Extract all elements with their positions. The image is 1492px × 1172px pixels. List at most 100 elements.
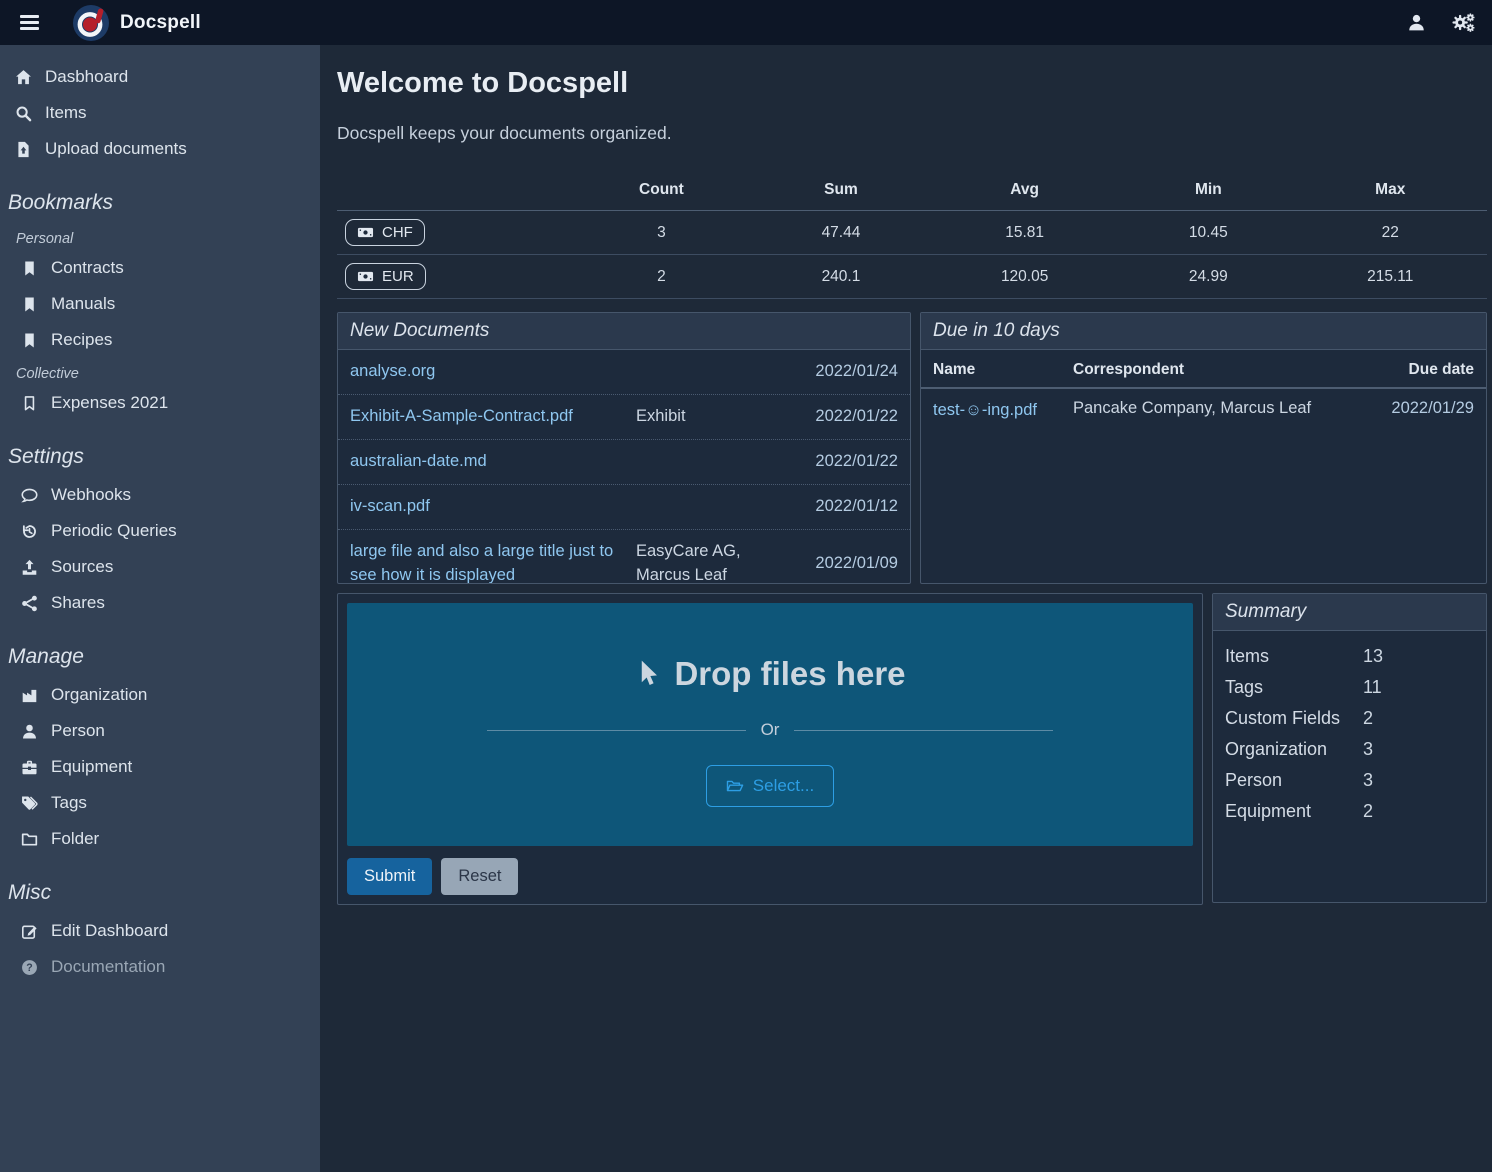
summary-row: Custom Fields 2 — [1213, 703, 1486, 734]
sidebar-item-dashboard[interactable]: Dasbhoard — [0, 59, 320, 95]
sidebar-item-shares[interactable]: Shares — [0, 585, 320, 621]
submit-button[interactable]: Submit — [347, 858, 432, 895]
sidebar-item-bookmark-contracts[interactable]: Contracts — [0, 250, 320, 286]
reset-button[interactable]: Reset — [441, 858, 518, 895]
stats-header-count: Count — [567, 170, 756, 211]
sidebar-item-edit-dashboard[interactable]: Edit Dashboard — [0, 913, 320, 949]
upload-actions: Submit Reset — [347, 858, 1193, 895]
mouse-pointer-icon — [634, 659, 661, 690]
bookmarks-heading: Bookmarks — [0, 167, 320, 223]
due-header-date: Due date — [1361, 352, 1486, 388]
document-row: large file and also a large title just t… — [338, 529, 910, 584]
docspell-logo-icon — [73, 5, 109, 41]
document-link[interactable]: large file and also a large title just t… — [350, 540, 628, 584]
stats-table: Count Sum Avg Min Max CHF — [337, 170, 1487, 299]
sidebar-item-bookmark-recipes[interactable]: Recipes — [0, 322, 320, 358]
stats-value: 24.99 — [1123, 255, 1293, 299]
sidebar-item-webhooks[interactable]: Webhooks — [0, 477, 320, 513]
home-icon — [14, 68, 32, 86]
summary-row: Organization 3 — [1213, 734, 1486, 765]
bookmark-icon — [20, 331, 38, 349]
top-navbar: Docspell — [0, 0, 1492, 45]
summary-row: Equipment 2 — [1213, 796, 1486, 827]
document-link[interactable]: australian-date.md — [350, 450, 628, 474]
document-link[interactable]: Exhibit-A-Sample-Contract.pdf — [350, 405, 628, 429]
person-icon — [20, 722, 38, 740]
document-row: analyse.org 2022/01/24 — [338, 350, 910, 394]
bookmark-outline-icon — [20, 394, 38, 412]
stats-value: 15.81 — [926, 211, 1123, 255]
new-documents-panel: New Documents analyse.org 2022/01/24 Exh… — [337, 312, 911, 584]
question-icon — [20, 958, 38, 976]
stats-header-min: Min — [1123, 170, 1293, 211]
sidebar: Dasbhoard Items Upload documents Bookmar… — [0, 45, 320, 1172]
edit-icon — [20, 922, 38, 940]
history-icon — [20, 522, 38, 540]
summary-row: Tags 11 — [1213, 672, 1486, 703]
due-table: Name Correspondent Due date test-☺-ing.p… — [921, 352, 1486, 433]
money-bill-icon — [357, 268, 374, 285]
bookmarks-group-personal: Personal — [0, 223, 320, 250]
document-link[interactable]: iv-scan.pdf — [350, 495, 628, 519]
due-header-name: Name — [921, 352, 1061, 388]
stats-value: 3 — [567, 211, 756, 255]
main-content: Welcome to Docspell Docspell keeps your … — [320, 45, 1492, 1172]
summary-panel: Summary Items 13 Tags 11 Custom Fields 2 — [1212, 593, 1487, 903]
document-link[interactable]: test-☺-ing.pdf — [933, 401, 1037, 419]
sidebar-item-tags[interactable]: Tags — [0, 785, 320, 821]
sidebar-item-person[interactable]: Person — [0, 713, 320, 749]
brand-link[interactable]: Docspell — [73, 5, 201, 41]
sidebar-item-upload-documents[interactable]: Upload documents — [0, 131, 320, 167]
summary-title: Summary — [1213, 594, 1486, 631]
sidebar-item-organization[interactable]: Organization — [0, 677, 320, 713]
page-subtitle: Docspell keeps your documents organized. — [337, 123, 1486, 144]
stats-value: 2 — [567, 255, 756, 299]
document-link[interactable]: analyse.org — [350, 360, 628, 384]
bookmark-icon — [20, 295, 38, 313]
stats-row-chf: CHF 3 47.44 15.81 10.45 22 — [337, 211, 1487, 255]
document-row: australian-date.md 2022/01/22 — [338, 439, 910, 484]
due-panel-title: Due in 10 days — [921, 313, 1486, 350]
bookmarks-group-collective: Collective — [0, 358, 320, 385]
file-dropzone[interactable]: Drop files here Or Select... — [347, 603, 1193, 846]
briefcase-icon — [20, 758, 38, 776]
or-divider: Or — [487, 720, 1054, 740]
menu-toggle-button[interactable] — [14, 9, 45, 36]
sidebar-item-documentation[interactable]: Documentation — [0, 949, 320, 985]
brand-name: Docspell — [120, 12, 201, 34]
settings-button[interactable] — [1452, 12, 1476, 33]
select-files-button[interactable]: Select... — [706, 765, 834, 807]
account-button[interactable] — [1407, 13, 1426, 32]
sidebar-item-bookmark-expenses-2021[interactable]: Expenses 2021 — [0, 385, 320, 421]
due-row: test-☺-ing.pdf Pancake Company, Marcus L… — [921, 388, 1486, 433]
share-icon — [20, 594, 38, 612]
sidebar-item-sources[interactable]: Sources — [0, 549, 320, 585]
summary-row: Items 13 — [1213, 641, 1486, 672]
stats-header-sum: Sum — [756, 170, 926, 211]
file-upload-icon — [14, 140, 32, 158]
due-header-correspondent: Correspondent — [1061, 352, 1361, 388]
sidebar-item-items[interactable]: Items — [0, 95, 320, 131]
misc-heading: Misc — [0, 857, 320, 913]
stats-value: 22 — [1293, 211, 1487, 255]
manage-heading: Manage — [0, 621, 320, 677]
new-documents-list: analyse.org 2022/01/24 Exhibit-A-Sample-… — [338, 350, 910, 584]
sidebar-item-periodic-queries[interactable]: Periodic Queries — [0, 513, 320, 549]
sidebar-item-bookmark-manuals[interactable]: Manuals — [0, 286, 320, 322]
currency-badge-chf: CHF — [345, 219, 425, 246]
folder-icon — [20, 830, 38, 848]
summary-row: Person 3 — [1213, 765, 1486, 796]
bookmark-icon — [20, 259, 38, 277]
stats-value: 120.05 — [926, 255, 1123, 299]
app-root: Docspell Dasbhoard Items Upload doc — [0, 0, 1492, 1172]
user-icon — [1407, 13, 1426, 32]
sidebar-item-equipment[interactable]: Equipment — [0, 749, 320, 785]
stats-header-empty — [337, 170, 567, 211]
stats-header-avg: Avg — [926, 170, 1123, 211]
upload-card: Drop files here Or Select... — [337, 593, 1203, 905]
settings-heading: Settings — [0, 421, 320, 477]
page-title: Welcome to Docspell — [337, 67, 1486, 100]
sidebar-item-folder[interactable]: Folder — [0, 821, 320, 857]
comment-icon — [20, 486, 38, 504]
stats-value: 215.11 — [1293, 255, 1487, 299]
